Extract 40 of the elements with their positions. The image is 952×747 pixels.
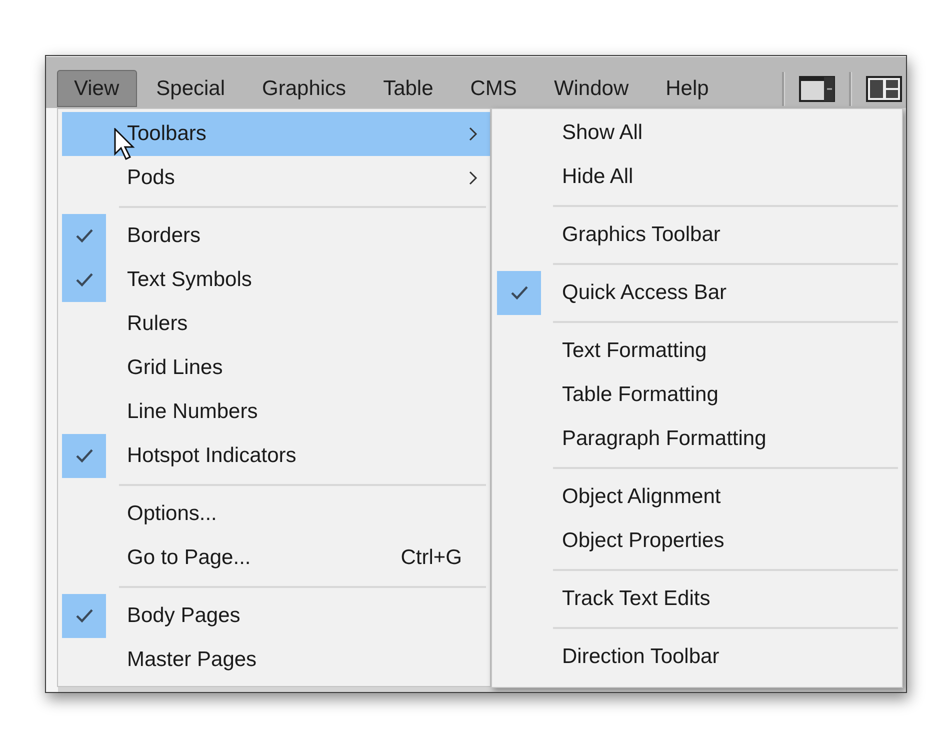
menu-item[interactable]: Borders [62,214,490,258]
checkmark-icon [62,594,106,638]
menu-item[interactable]: Pods [62,156,490,200]
chevron-right-icon [468,126,478,142]
menu-title[interactable]: Table [366,70,452,107]
checkmark-icon [62,434,106,478]
menu-item[interactable]: Track Text Edits [497,577,902,621]
menu-title[interactable]: Graphics [245,70,364,107]
split-layout-icon[interactable] [866,76,902,102]
menu-item[interactable]: Quick Access Bar [497,271,902,315]
checkmark-icon [497,271,541,315]
menu-item[interactable]: Go to Page... Ctrl+G [62,536,490,580]
menu-title[interactable]: Window [536,70,647,107]
menu-item[interactable]: Graphics Toolbar [497,213,902,257]
menu-item[interactable]: Rulers [62,302,490,346]
menu-item[interactable]: Hide All [497,155,902,199]
menu-title[interactable]: View [57,70,138,107]
menu-item[interactable]: Paragraph Formatting [497,417,902,461]
menu-item[interactable]: Text Symbols [62,258,490,302]
menu-item[interactable]: Toolbars [62,112,490,156]
chevron-right-icon [468,170,478,186]
checkmark-icon [62,258,106,302]
menu-item[interactable]: Master Pages [62,638,490,682]
menu-item[interactable]: Direction Toolbar [497,635,902,679]
menu-item[interactable]: Object Alignment [497,475,902,519]
menu-item[interactable]: Table Formatting [497,373,902,417]
shortcut-text: Ctrl+G [400,546,462,570]
menu-title[interactable]: CMS [453,70,535,107]
menu-item[interactable]: Text Formatting [497,329,902,373]
menu-title[interactable]: Help [648,70,727,107]
menu-item[interactable]: Object Properties [497,519,902,563]
menu-item[interactable]: Grid Lines [62,346,490,390]
menu-item[interactable]: Show All [497,111,902,155]
checkmark-icon [62,214,106,258]
menu-item[interactable]: Line Numbers [62,390,490,434]
menu-item[interactable]: Body Pages [62,594,490,638]
menu-item[interactable]: Options... [62,492,490,536]
panel-layout-icon[interactable] [799,76,835,102]
menu-item[interactable]: Hotspot Indicators [62,434,490,478]
menu-title[interactable]: Special [139,70,244,107]
